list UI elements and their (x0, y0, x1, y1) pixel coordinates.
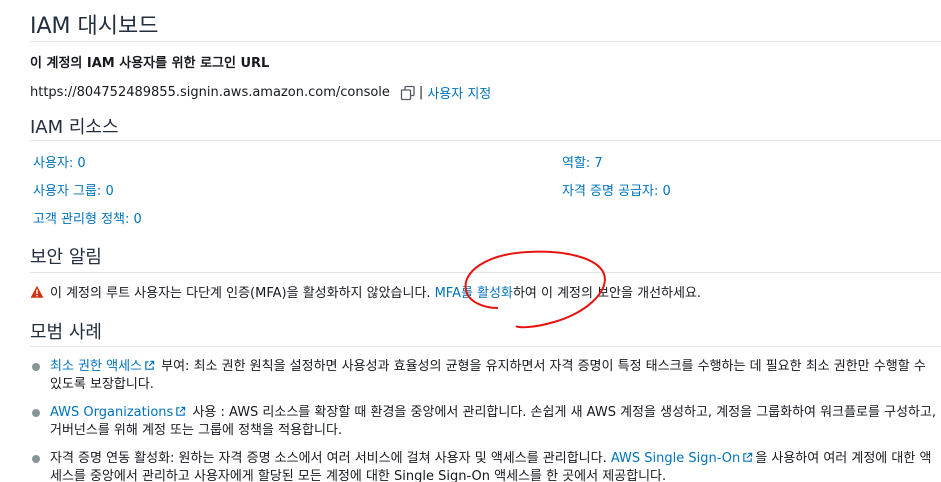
list-item: AWS Organizations 사용 : AWS 리소스를 확장할 때 환경… (30, 404, 941, 440)
best-practices-list: 최소 권한 액세스 부여: 최소 권한 원칙을 설정하면 사용성과 효율성의 균… (30, 358, 941, 482)
resource-roles-link[interactable]: 역할: 7 (562, 152, 603, 171)
list-item: 자격 증명 연동 활성화: 원하는 자격 증명 소스에서 여러 서비스에 걸쳐 … (30, 450, 941, 482)
mfa-alert: 이 계정의 루트 사용자는 다단계 인증(MFA)을 활성화하지 않았습니다. … (30, 282, 701, 301)
page-title: IAM 대시보드 (30, 14, 159, 39)
external-link-icon (176, 406, 186, 416)
least-privilege-link[interactable]: 최소 권한 액세스 (50, 359, 142, 374)
resources-heading: IAM 리소스 (30, 117, 119, 138)
iam-dashboard: IAM 대시보드 이 계정의 IAM 사용자를 위한 로그인 URL https… (0, 0, 941, 482)
least-privilege-text: 부여: 최소 권한 원칙을 설정하면 사용성과 효율성의 균형을 유지하면서 자… (50, 359, 926, 392)
mfa-alert-text-after: 하여 이 계정의 보안을 개선하세요. (512, 286, 702, 301)
divider (30, 140, 941, 141)
bullet (32, 363, 40, 371)
mfa-alert-text: 이 계정의 루트 사용자는 다단계 인증(MFA)을 활성화하지 않았습니다. (50, 286, 431, 301)
divider (30, 41, 941, 42)
aws-organizations-link[interactable]: AWS Organizations (50, 405, 173, 420)
separator: | (418, 85, 424, 100)
identity-federation-text: 자격 증명 연동 활성화: 원하는 자격 증명 소스에서 여러 서비스에 걸쳐 … (50, 451, 611, 466)
resource-identity-providers-link[interactable]: 자격 증명 공급자: 0 (562, 180, 671, 199)
divider (30, 272, 941, 273)
resource-user-groups-link[interactable]: 사용자 그룹: 0 (33, 180, 114, 199)
warning-icon (30, 285, 44, 298)
copy-icon[interactable] (400, 85, 416, 101)
bullet (32, 455, 40, 463)
divider (30, 346, 941, 347)
aws-sso-link[interactable]: AWS Single Sign-On (611, 451, 740, 466)
external-link-icon (743, 452, 753, 462)
security-alerts-heading: 보안 알림 (30, 247, 102, 268)
signin-url: https://804752489855.signin.aws.amazon.c… (30, 85, 390, 100)
signin-url-heading: 이 계정의 IAM 사용자를 위한 로그인 URL (30, 56, 270, 71)
external-link-icon (145, 360, 155, 370)
best-practices-heading: 모범 사례 (30, 322, 102, 343)
list-item: 최소 권한 액세스 부여: 최소 권한 원칙을 설정하면 사용성과 효율성의 균… (30, 358, 941, 394)
enable-mfa-link[interactable]: MFA를 활성화 (435, 282, 513, 301)
resource-users-link[interactable]: 사용자: 0 (33, 152, 86, 171)
resource-customer-policies-link[interactable]: 고객 관리형 정책: 0 (33, 208, 142, 227)
bullet (32, 409, 40, 417)
signin-url-row: https://804752489855.signin.aws.amazon.c… (30, 83, 491, 102)
customize-link[interactable]: 사용자 지정 (427, 83, 491, 102)
